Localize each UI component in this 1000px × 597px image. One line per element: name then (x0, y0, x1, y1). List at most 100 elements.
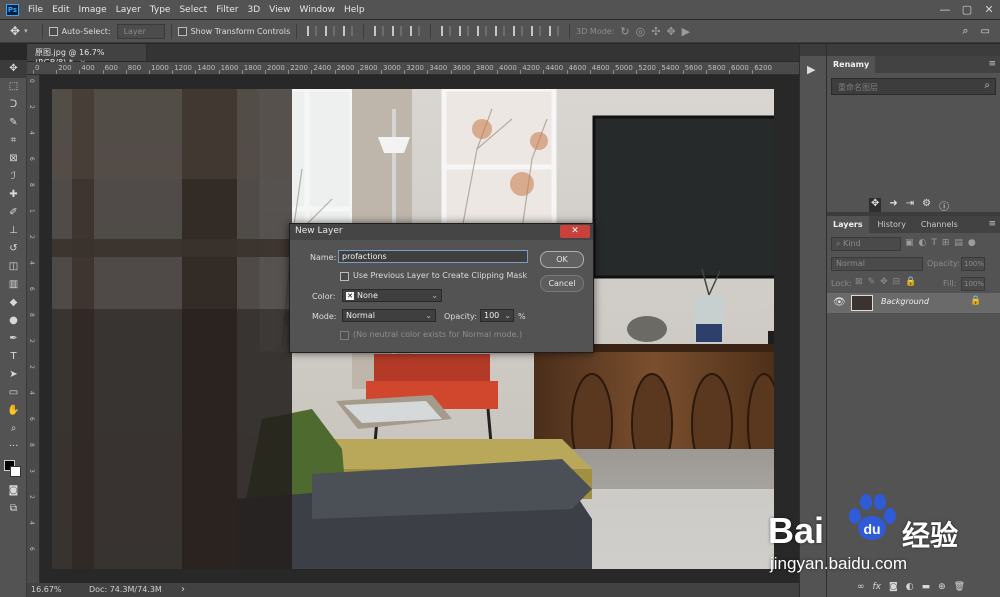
folder-icon[interactable]: ▬ (922, 582, 931, 592)
info-icon[interactable]: ⓘ (939, 198, 949, 213)
align-hcenter-icon[interactable] (392, 26, 403, 36)
clipping-mask-checkbox[interactable] (340, 272, 349, 281)
move-tool-icon[interactable]: ✥ (0, 60, 27, 78)
screen-mode-icon[interactable]: ⧉ (0, 500, 27, 518)
menu-3d[interactable]: 3D (248, 5, 261, 15)
tab-history[interactable]: History (871, 216, 911, 233)
renamy-tool-icon[interactable]: ✥ (869, 198, 882, 213)
layer-name[interactable]: Background (881, 297, 929, 306)
arrow-forward-icon[interactable]: ⇥ (906, 198, 914, 213)
fx-icon[interactable]: fx (873, 582, 882, 592)
crop-tool-icon[interactable]: ⌗ (0, 132, 27, 150)
eye-icon[interactable]: 👁 (833, 297, 846, 308)
trash-icon[interactable]: 🗑 (954, 582, 965, 592)
distribute-right-icon[interactable] (531, 26, 542, 36)
background-color[interactable] (10, 466, 21, 477)
more-tools-icon[interactable]: ··· (0, 438, 27, 456)
mask-icon[interactable]: ◙ (889, 582, 898, 592)
menu-image[interactable]: Image (79, 5, 107, 15)
settings-icon[interactable]: ⚙ (922, 198, 931, 213)
status-menu-arrow[interactable]: › (181, 584, 185, 595)
ok-button[interactable]: OK (540, 251, 584, 268)
distribute-bottom-icon[interactable] (477, 26, 488, 36)
fill-input[interactable]: 100% (961, 277, 985, 291)
auto-align-icon[interactable] (549, 26, 560, 36)
panel-menu-icon[interactable]: ≡ (988, 219, 996, 229)
neutral-color-checkbox[interactable] (340, 331, 349, 340)
align-bottom-icon[interactable] (343, 26, 354, 36)
menu-edit[interactable]: Edit (52, 5, 69, 15)
opacity-input[interactable]: 100 ⌄ (480, 309, 514, 322)
quick-select-tool-icon[interactable]: ✎ (0, 114, 27, 132)
dialog-close-button[interactable]: ✕ (560, 225, 590, 238)
rectangle-tool-icon[interactable]: ▭ (0, 384, 27, 402)
new-layer-icon[interactable]: ⊕ (938, 582, 946, 592)
distribute-top-icon[interactable] (441, 26, 452, 36)
eyedropper-tool-icon[interactable]: ℐ (0, 168, 27, 186)
zoom-level[interactable]: 16.67% (31, 585, 62, 594)
type-tool-icon[interactable]: T (0, 348, 27, 366)
adjustment-icon[interactable]: ◐ (906, 582, 914, 592)
hand-tool-icon[interactable]: ✋ (0, 402, 27, 420)
align-top-icon[interactable] (307, 26, 318, 36)
quick-mask-icon[interactable]: ◙ (0, 482, 27, 500)
distribute-left-icon[interactable] (495, 26, 506, 36)
lock-icons[interactable]: ⊠✎✥⊟🔒 (855, 277, 921, 287)
align-right-icon[interactable] (410, 26, 421, 36)
layer-name-input[interactable]: profactions (338, 250, 528, 263)
menu-select[interactable]: Select (179, 5, 207, 15)
lasso-tool-icon[interactable]: ᑐ (0, 96, 27, 114)
distribute-vcenter-icon[interactable] (459, 26, 470, 36)
strip-header[interactable] (800, 44, 826, 56)
gradient-tool-icon[interactable]: ▥ (0, 276, 27, 294)
layer-filter-icons[interactable]: ▣◐T⊞▤● (905, 238, 981, 248)
auto-select-dropdown[interactable]: Layer (116, 23, 165, 39)
path-select-icon[interactable]: ➤ (0, 366, 27, 384)
distribute-hcenter-icon[interactable] (513, 26, 524, 36)
pen-tool-icon[interactable]: ✒ (0, 330, 27, 348)
menu-layer[interactable]: Layer (116, 5, 141, 15)
panel-menu-icon[interactable]: ≡ (988, 59, 996, 69)
align-vcenter-icon[interactable] (325, 26, 336, 36)
arrow-right-icon[interactable]: ➜ (889, 198, 897, 213)
tab-layers[interactable]: Layers (827, 216, 869, 233)
maximize-button[interactable]: ▢ (956, 3, 978, 16)
move-tool-icon[interactable]: ✥ (10, 24, 20, 38)
cancel-button[interactable]: Cancel (540, 275, 584, 292)
tab-renamy[interactable]: Renamy (827, 56, 876, 73)
search-icon[interactable]: ⌕ (984, 80, 990, 91)
close-window-button[interactable]: ✕ (978, 3, 1000, 16)
mode-select[interactable]: Normal ⌄ (342, 309, 436, 322)
marquee-tool-icon[interactable]: ⬚ (0, 78, 27, 96)
play-icon[interactable]: ▶ (807, 63, 815, 76)
menu-filter[interactable]: Filter (216, 5, 238, 15)
workspace-icon[interactable]: ▭ (981, 26, 990, 37)
brush-tool-icon[interactable]: ✐ (0, 204, 27, 222)
opacity-input[interactable]: 100% (961, 257, 985, 271)
menu-view[interactable]: View (269, 5, 290, 15)
renamy-search[interactable]: 重命名图层 ⌕ (831, 78, 996, 95)
menu-window[interactable]: Window (300, 5, 336, 15)
menu-help[interactable]: Help (344, 5, 365, 15)
dodge-tool-icon[interactable]: ● (0, 312, 27, 330)
chevron-down-icon[interactable]: ▾ (24, 27, 28, 35)
zoom-tool-icon[interactable]: ⌕ (0, 420, 27, 438)
dialog-titlebar[interactable]: New Layer ✕ (290, 224, 593, 240)
layer-filter-kind[interactable]: ⌕ Kind (831, 237, 901, 251)
show-transform-checkbox[interactable] (177, 26, 187, 36)
3d-mode-icons[interactable]: ↻◎✣✥▶ (620, 25, 696, 38)
color-select[interactable]: ✕ None ⌄ (342, 289, 442, 302)
tab-channels[interactable]: Channels (915, 216, 964, 233)
eraser-tool-icon[interactable]: ◫ (0, 258, 27, 276)
healing-brush-icon[interactable]: ✚ (0, 186, 27, 204)
align-left-icon[interactable] (374, 26, 385, 36)
link-icon[interactable]: ∞ (857, 582, 865, 592)
clone-stamp-icon[interactable]: ⊥ (0, 222, 27, 240)
auto-select-checkbox[interactable] (48, 26, 58, 36)
blend-mode-select[interactable]: Normal (831, 257, 923, 271)
minimize-button[interactable]: — (934, 3, 956, 16)
history-brush-icon[interactable]: ↺ (0, 240, 27, 258)
menu-file[interactable]: File (28, 5, 43, 15)
color-swatches[interactable] (0, 456, 27, 482)
document-tab[interactable]: 原图.jpg @ 16.7% (RGB/8) * × (27, 44, 147, 67)
